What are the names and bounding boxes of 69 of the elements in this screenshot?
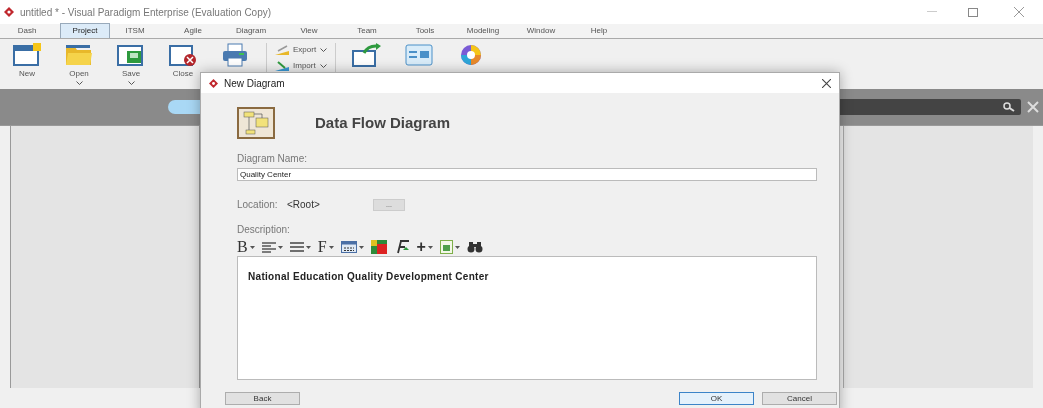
list-icon: [289, 241, 304, 253]
minimize-icon: [927, 11, 937, 13]
ribbon-small-button[interactable]: Export: [275, 43, 328, 57]
format-tool-button[interactable]: B: [237, 239, 255, 255]
caret-icon: [75, 81, 83, 85]
caret-icon: [427, 245, 433, 249]
referenced-project-icon: [352, 43, 383, 67]
format-tool-button[interactable]: [466, 241, 483, 253]
description-text: National Education Quality Development Center: [248, 271, 489, 282]
ribbon-tab[interactable]: View: [284, 23, 334, 38]
ribbon-button[interactable]: New: [6, 43, 48, 80]
caret-icon: [127, 81, 135, 85]
field-label: Description:: [237, 223, 291, 237]
field-label: Diagram Name:: [237, 152, 309, 166]
properties-icon: [405, 43, 434, 67]
save-icon: [117, 43, 145, 67]
caret-icon: [319, 64, 327, 68]
dialog-button[interactable]: Cancel: [762, 392, 837, 405]
name-field[interactable]: Quality Center: [237, 168, 817, 181]
caret-icon: [358, 245, 364, 249]
ribbon-button[interactable]: Close: [162, 43, 204, 80]
caret-icon: [328, 245, 334, 249]
ribbon-tab[interactable]: Agile: [168, 23, 218, 38]
format-tool-button[interactable]: [340, 241, 364, 253]
location-value: <Root>: [287, 198, 321, 212]
close-project-icon: [169, 43, 197, 67]
ribbon-tab[interactable]: Team: [342, 23, 392, 38]
printer-icon: [221, 43, 249, 67]
ribbon-small-button[interactable]: Import: [275, 59, 328, 73]
ribbon-tab[interactable]: Tools: [400, 23, 450, 38]
align-left-icon: [261, 241, 276, 253]
window-title: untitled * - Visual Paradigm Enterprise (Evaluation Copy): [20, 5, 272, 20]
dialog-title: New Diagram: [224, 76, 285, 91]
caret-icon: [320, 48, 328, 52]
dialog-button[interactable]: OK: [679, 392, 754, 405]
caret-icon: [454, 245, 460, 249]
diagram-type-heading: Data Flow Diagram: [315, 112, 451, 133]
ribbon-tab[interactable]: Help: [574, 23, 624, 38]
ribbon-tab[interactable]: Dash: [2, 23, 52, 38]
ribbon-button[interactable]: Open: [58, 43, 100, 85]
caret-icon: [249, 245, 255, 249]
format-tool-button[interactable]: +: [416, 239, 433, 255]
ribbon-tab[interactable]: Diagram: [226, 23, 276, 38]
color-picker-icon: [370, 240, 387, 254]
ribbon-tab[interactable]: Project: [60, 23, 110, 38]
maximize-icon: [968, 7, 978, 17]
ribbon-tab[interactable]: Modeling: [458, 23, 508, 38]
import-icon: [275, 61, 289, 71]
caret-icon: [277, 245, 283, 249]
close-icon[interactable]: [822, 78, 831, 88]
dialog-button[interactable]: Back: [225, 392, 300, 405]
search-icon: [1003, 102, 1015, 112]
app-logo-icon: [4, 7, 14, 17]
new-project-icon: [13, 43, 41, 67]
ribbon-button[interactable]: Save: [110, 43, 152, 85]
table-icon: [340, 241, 357, 253]
ribbon-tab[interactable]: ITSM: [110, 23, 160, 38]
caret-icon: [305, 245, 311, 249]
binoculars-icon: [466, 241, 483, 253]
document-icon: [439, 240, 453, 254]
format-tool-button[interactable]: F: [317, 239, 334, 255]
ribbon-tab[interactable]: Window: [516, 23, 566, 38]
description-editor[interactable]: National Education Quality Development Center: [237, 256, 817, 380]
field-label: Location:: [237, 198, 279, 212]
close-icon: [1014, 7, 1024, 17]
export-icon: [275, 45, 289, 55]
folder-icon: [65, 43, 93, 67]
app-logo-icon: [209, 78, 218, 88]
diagram-type-icon: [237, 107, 275, 139]
